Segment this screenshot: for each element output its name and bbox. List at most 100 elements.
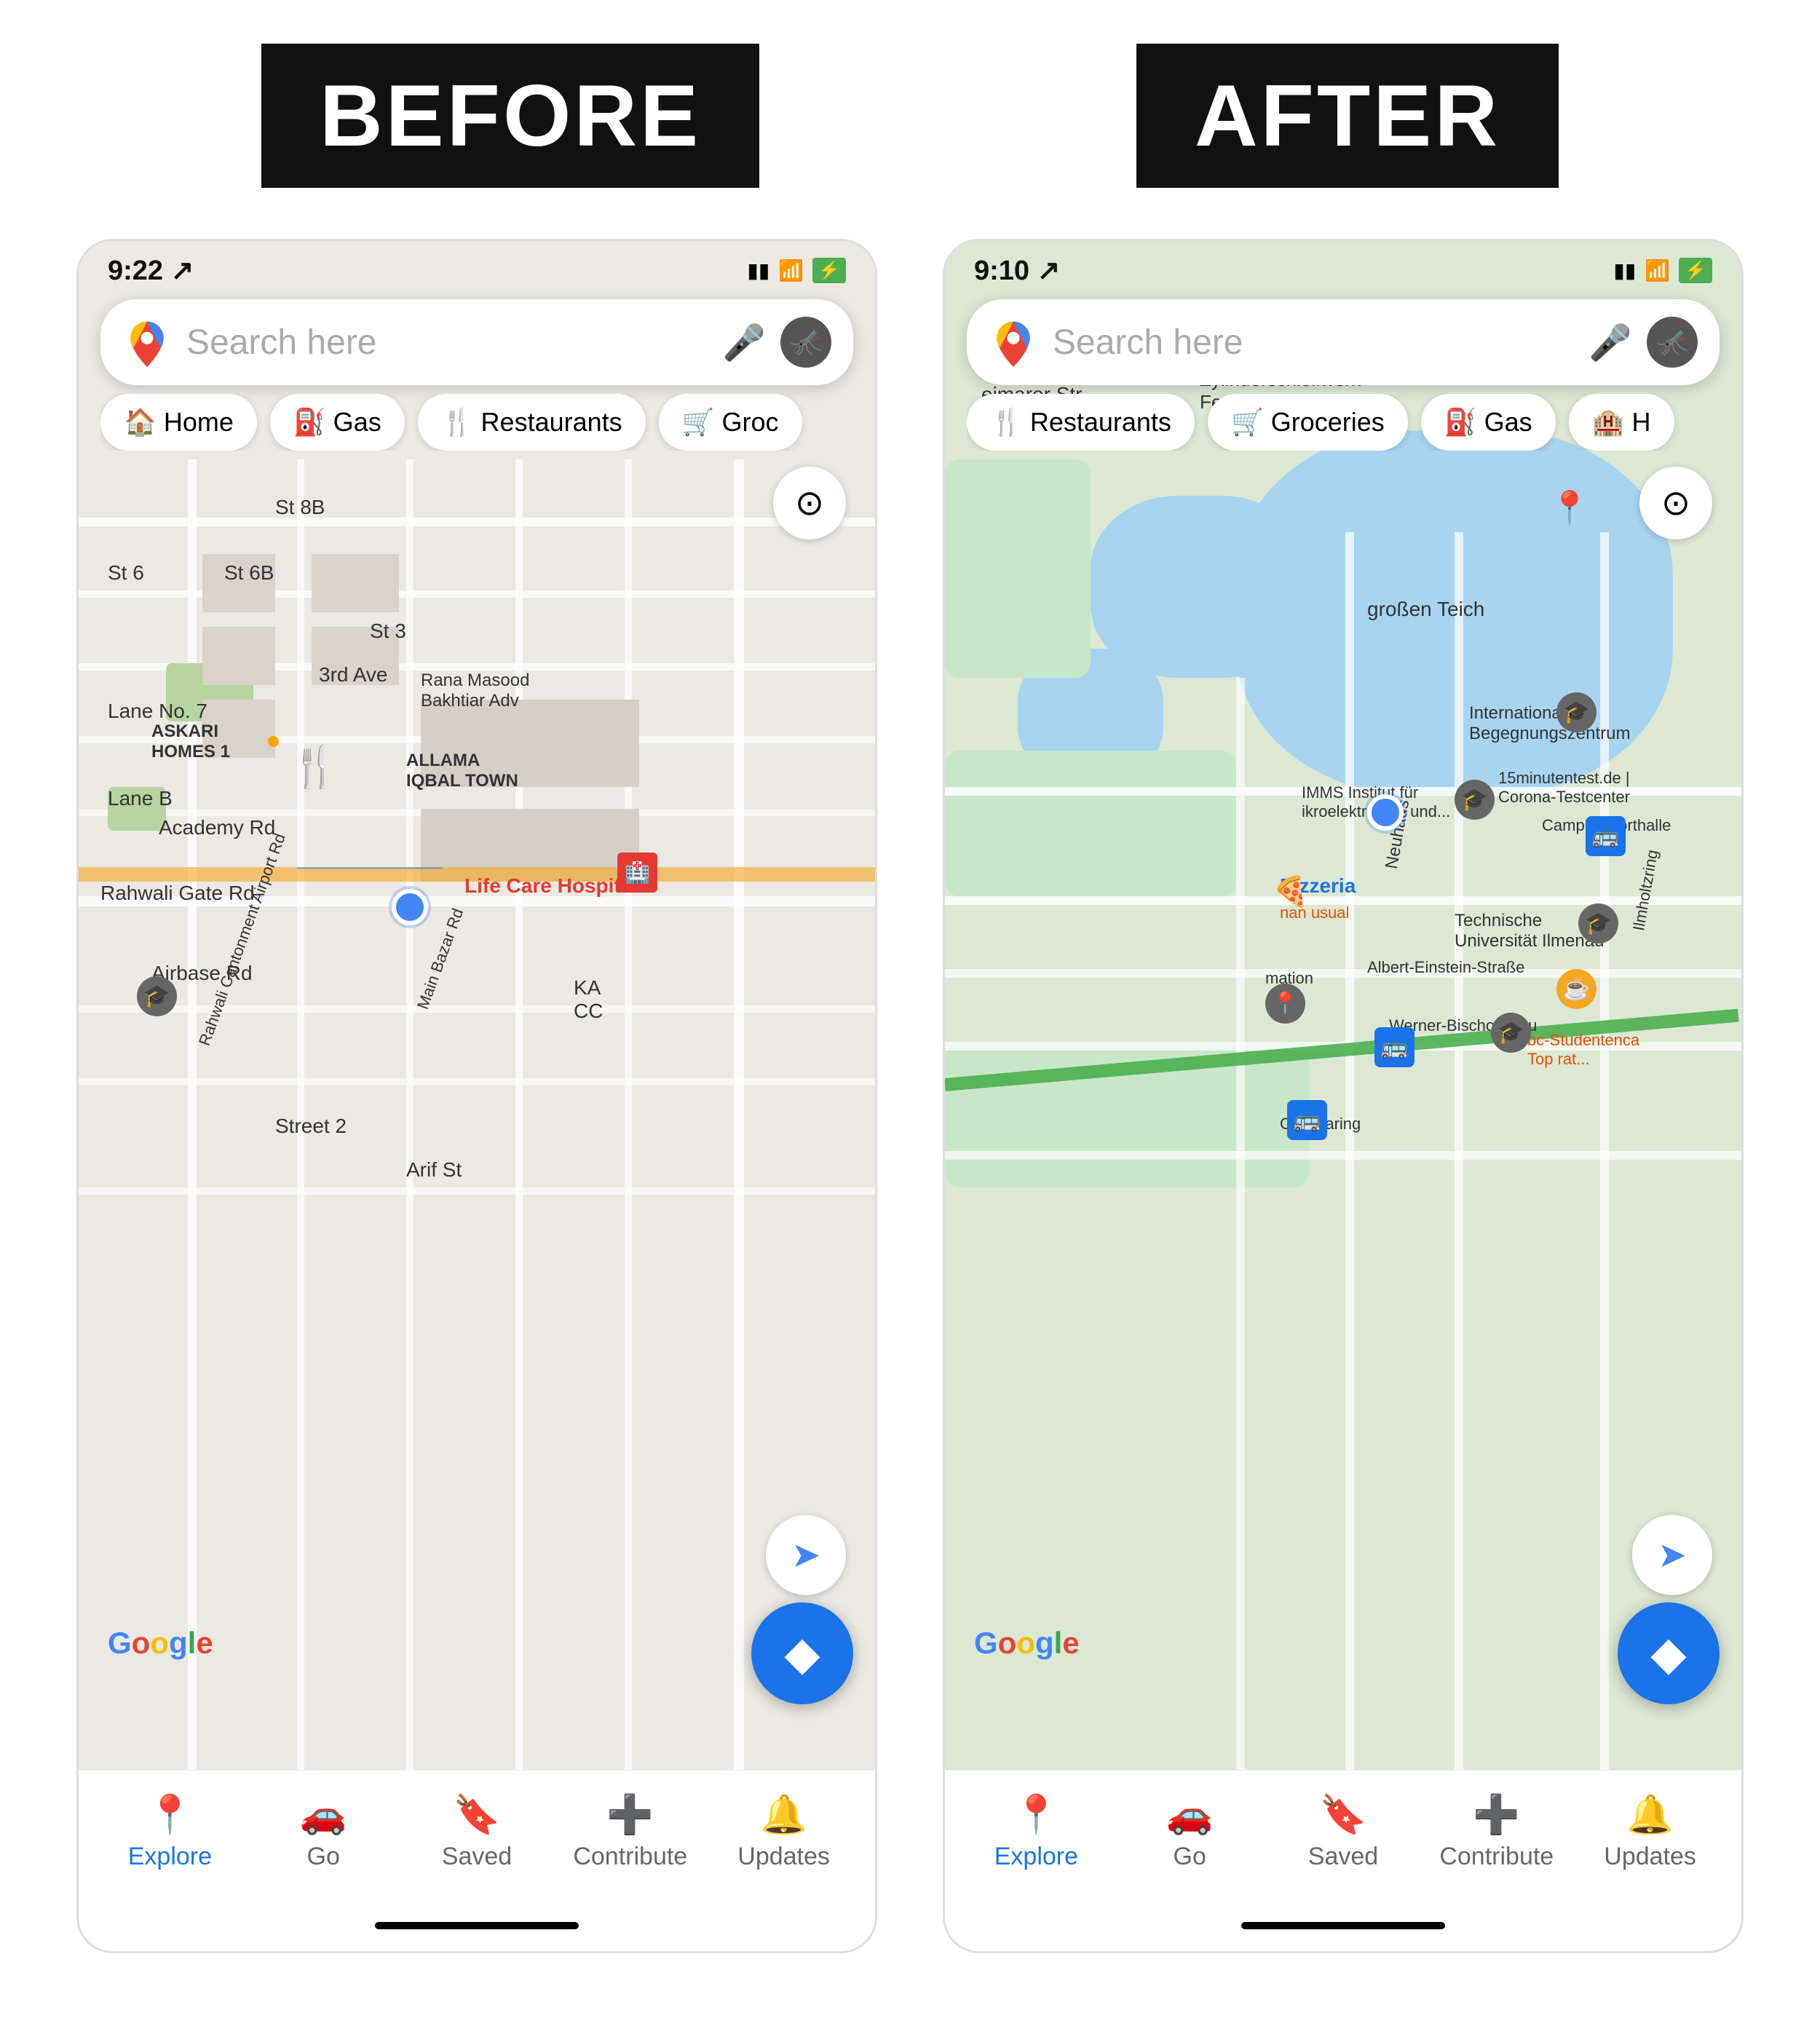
after-avatar[interactable]: 🦟 bbox=[1647, 317, 1698, 368]
after-nav-explore[interactable]: 📍 Explore bbox=[960, 1792, 1113, 1871]
after-edu1: 🎓 bbox=[1556, 692, 1597, 732]
after-nav-btn[interactable]: ➤ bbox=[1632, 1515, 1712, 1595]
after-mic-icon[interactable]: 🎤 bbox=[1588, 322, 1632, 363]
before-saved-icon: 🔖 bbox=[454, 1792, 501, 1837]
after-filter-restaurants[interactable]: 🍴 Restaurants bbox=[967, 394, 1195, 451]
before-updates-label: Updates bbox=[737, 1843, 830, 1871]
before-avatar[interactable]: 🦟 bbox=[780, 317, 831, 368]
before-nav-updates[interactable]: 🔔 Updates bbox=[707, 1792, 860, 1871]
after-saved-icon: 🔖 bbox=[1320, 1792, 1367, 1837]
before-map-label-ka: KACC bbox=[574, 976, 603, 1023]
before-nav-explore[interactable]: 📍 Explore bbox=[93, 1792, 247, 1871]
after-go-label: Go bbox=[1174, 1843, 1206, 1871]
after-battery-icon: ⚡ bbox=[1679, 258, 1712, 283]
after-bottom-nav: 📍 Explore 🚗 Go 🔖 Saved ➕ Contribute 🔔 bbox=[945, 1770, 1741, 1907]
before-nav-btn[interactable]: ➤ bbox=[766, 1515, 846, 1595]
after-search-text[interactable]: Search here bbox=[1053, 323, 1574, 363]
after-signal-icon: ▮▮ bbox=[1613, 258, 1636, 282]
filter-gas[interactable]: ⛽ Gas bbox=[270, 394, 405, 451]
before-edu-marker: 🎓 bbox=[137, 976, 177, 1016]
before-search-bar[interactable]: Search here 🎤 🦟 bbox=[100, 299, 853, 385]
after-map: 9:10 ↗ ▮▮ 📶 ⚡ bbox=[945, 241, 1741, 1770]
after-bus2: 🚌 bbox=[1374, 1027, 1415, 1067]
after-search-bar[interactable]: Search here 🎤 🦟 bbox=[967, 299, 1720, 385]
after-direction-fab[interactable]: ◆ bbox=[1618, 1602, 1720, 1704]
before-map-label-st3: St 3 bbox=[370, 620, 406, 643]
after-explore-icon: 📍 bbox=[1013, 1792, 1060, 1837]
before-label: BEFORE bbox=[261, 44, 759, 188]
after-go-icon: 🚗 bbox=[1166, 1792, 1214, 1837]
before-map-label-askari: ASKARIHOMES 1 bbox=[151, 721, 230, 762]
before-map-label-mainbazar: Main Bazar Rd bbox=[414, 906, 467, 1012]
after-label-ilmholtz: Ilmholtzring bbox=[1629, 848, 1662, 932]
before-map-label-street2: Street 2 bbox=[275, 1115, 347, 1138]
after-label-bc: bc-StudentencaTop rat... bbox=[1527, 1031, 1639, 1069]
after-layers-btn[interactable]: ⊙ bbox=[1639, 467, 1712, 539]
before-search-text[interactable]: Search here bbox=[186, 323, 708, 363]
before-location-dot bbox=[392, 889, 428, 925]
after-filter-gas[interactable]: ⛽ Gas bbox=[1421, 394, 1556, 451]
after-saved-label: Saved bbox=[1308, 1843, 1378, 1871]
after-label-einstein: Albert-Einstein-Straße bbox=[1367, 958, 1524, 977]
before-go-icon: 🚗 bbox=[300, 1792, 347, 1837]
after-pizzeria-marker: 🍕 bbox=[1273, 874, 1309, 909]
before-home-indicator bbox=[375, 1922, 579, 1929]
after-label: AFTER bbox=[1136, 44, 1559, 188]
before-contribute-label: Contribute bbox=[573, 1843, 687, 1871]
before-map-label-st8b: St 8B bbox=[275, 496, 325, 519]
google-maps-logo-before bbox=[122, 317, 172, 367]
after-filter-groceries[interactable]: 🛒 Groceries bbox=[1208, 394, 1408, 451]
before-saved-label: Saved bbox=[442, 1843, 512, 1871]
before-mic-icon[interactable]: 🎤 bbox=[722, 322, 766, 363]
before-updates-icon: 🔔 bbox=[760, 1792, 807, 1837]
after-status-icons: ▮▮ 📶 ⚡ bbox=[1613, 258, 1712, 283]
before-nav-contribute[interactable]: ➕ Contribute bbox=[553, 1792, 707, 1871]
before-explore-label: Explore bbox=[128, 1843, 212, 1871]
after-phone: 9:10 ↗ ▮▮ 📶 ⚡ bbox=[943, 239, 1744, 1953]
before-quick-filters: 🏠 Home ⛽ Gas 🍴 Restaurants 🛒 Groc bbox=[100, 394, 853, 451]
filter-restaurants[interactable]: 🍴 Restaurants bbox=[418, 394, 646, 451]
after-nav-saved[interactable]: 🔖 Saved bbox=[1267, 1792, 1420, 1871]
after-label-test: 15minutentest.de |Corona-Testcenter bbox=[1498, 769, 1630, 807]
before-go-label: Go bbox=[307, 1843, 340, 1871]
after-updates-label: Updates bbox=[1604, 1843, 1696, 1871]
before-map-label-arif: Arif St bbox=[406, 1158, 462, 1182]
after-location-dot bbox=[1367, 794, 1404, 831]
before-map-label-academy: Academy Rd bbox=[159, 816, 275, 839]
before-explore-icon: 📍 bbox=[146, 1792, 194, 1837]
after-edu2: 🎓 bbox=[1455, 780, 1495, 820]
after-wifi-icon: 📶 bbox=[1645, 258, 1670, 282]
after-label-international: InternationalesBegegnungszentrum bbox=[1469, 703, 1630, 744]
signal-icon: ▮▮ bbox=[747, 258, 769, 282]
before-nav-go[interactable]: 🚗 Go bbox=[247, 1792, 400, 1871]
before-layers-btn[interactable]: ⊙ bbox=[773, 467, 846, 539]
before-direction-fab[interactable]: ◆ bbox=[751, 1602, 853, 1704]
after-filter-hotels[interactable]: 🏨 H bbox=[1569, 394, 1674, 451]
before-nav-saved[interactable]: 🔖 Saved bbox=[400, 1792, 554, 1871]
before-map-label-st6b: St 6B bbox=[224, 561, 274, 585]
after-bus1: 🚌 bbox=[1586, 816, 1626, 856]
after-nav-go[interactable]: 🚗 Go bbox=[1113, 1792, 1267, 1871]
after-status-bar: 9:10 ↗ ▮▮ 📶 ⚡ bbox=[945, 241, 1741, 294]
filter-home[interactable]: 🏠 Home bbox=[100, 394, 257, 451]
wifi-icon: 📶 bbox=[778, 258, 804, 282]
after-park1 bbox=[945, 459, 1091, 678]
before-time: 9:22 ↗ bbox=[108, 254, 194, 287]
before-status-bar: 9:22 ↗ ▮▮ 📶 ⚡ bbox=[79, 241, 875, 294]
after-edu4: 🎓 bbox=[1491, 1013, 1531, 1053]
before-status-icons: ▮▮ 📶 ⚡ bbox=[747, 258, 846, 283]
after-place-marker: 📍 bbox=[1549, 489, 1590, 527]
before-map-label-cantonment: Rahwali Cantonment Airport Rd bbox=[195, 831, 290, 1048]
before-map: 9:22 ↗ ▮▮ 📶 ⚡ bbox=[79, 241, 875, 1770]
before-phone: 9:22 ↗ ▮▮ 📶 ⚡ bbox=[76, 239, 877, 1953]
after-nav-contribute[interactable]: ➕ Contribute bbox=[1420, 1792, 1573, 1871]
filter-groceries[interactable]: 🛒 Groc bbox=[659, 394, 802, 451]
before-map-label-st6: St 6 bbox=[108, 561, 144, 585]
after-bus3: 🚌 bbox=[1287, 1100, 1327, 1140]
before-map-label-3rdave: 3rd Ave bbox=[319, 663, 387, 687]
after-nav-updates[interactable]: 🔔 Updates bbox=[1573, 1792, 1727, 1871]
after-coffee: ☕ bbox=[1556, 969, 1597, 1009]
after-quick-filters: 🍴 Restaurants 🛒 Groceries ⛽ Gas 🏨 H bbox=[967, 394, 1720, 451]
before-map-label-allama: ALLAMAIQBAL TOWN bbox=[406, 751, 518, 791]
after-home-indicator bbox=[1241, 1922, 1445, 1929]
